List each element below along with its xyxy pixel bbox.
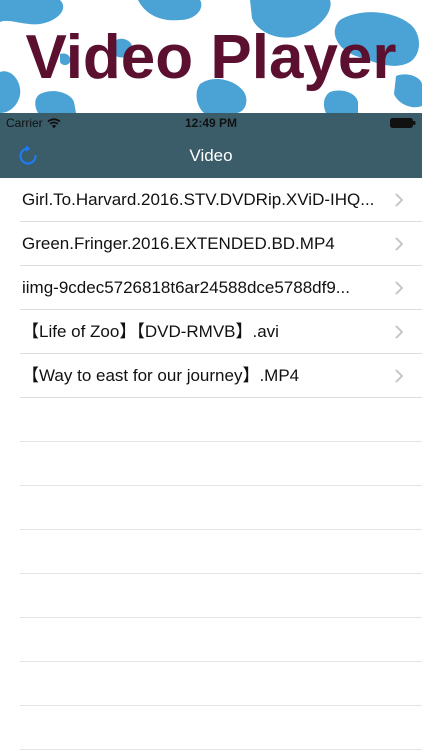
video-list-item[interactable]: 【Life of Zoo】【DVD-RMVB】.avi [20,310,422,354]
nav-title: Video [189,146,233,165]
navigation-bar: Video [0,133,422,178]
empty-list-row [20,662,422,706]
banner-title: Video Player [25,23,397,92]
app-banner: Video Player [0,0,422,113]
video-list-item[interactable]: Girl.To.Harvard.2016.STV.DVDRip.XViD-IHQ… [20,178,422,222]
empty-list-row [20,618,422,662]
empty-list-row [20,398,422,442]
video-title: 【Life of Zoo】【DVD-RMVB】.avi [22,322,279,341]
chevron-right-icon [395,281,403,295]
chevron-right-icon [395,193,403,207]
empty-list-row [20,706,422,750]
top-bar: Carrier 12:49 PM Video [0,113,422,178]
video-title: 【Way to east for our journey】.MP4 [22,366,300,385]
video-title: iimg-9cdec5726818t6ar24588dce5788df9... [22,278,350,297]
video-list-item[interactable]: Green.Fringer.2016.EXTENDED.BD.MP4 [20,222,422,266]
chevron-right-icon [395,369,403,383]
status-bar: Carrier 12:49 PM [0,113,422,133]
app-screen: Video Player Carrier 12:49 PM Video Girl… [0,0,422,750]
video-list-item[interactable]: 【Way to east for our journey】.MP4 [20,354,422,398]
video-list-item[interactable]: iimg-9cdec5726818t6ar24588dce5788df9... [20,266,422,310]
battery-icon [390,118,416,128]
status-time: 12:49 PM [184,116,238,130]
empty-list-row [20,486,422,530]
video-list: Girl.To.Harvard.2016.STV.DVDRip.XViD-IHQ… [0,178,422,750]
empty-list-row [20,442,422,486]
video-title: Girl.To.Harvard.2016.STV.DVDRip.XViD-IHQ… [22,190,375,209]
video-title: Green.Fringer.2016.EXTENDED.BD.MP4 [22,234,335,253]
empty-list-row [20,574,422,618]
empty-list-row [20,530,422,574]
chevron-right-icon [395,237,403,251]
chevron-right-icon [395,325,403,339]
